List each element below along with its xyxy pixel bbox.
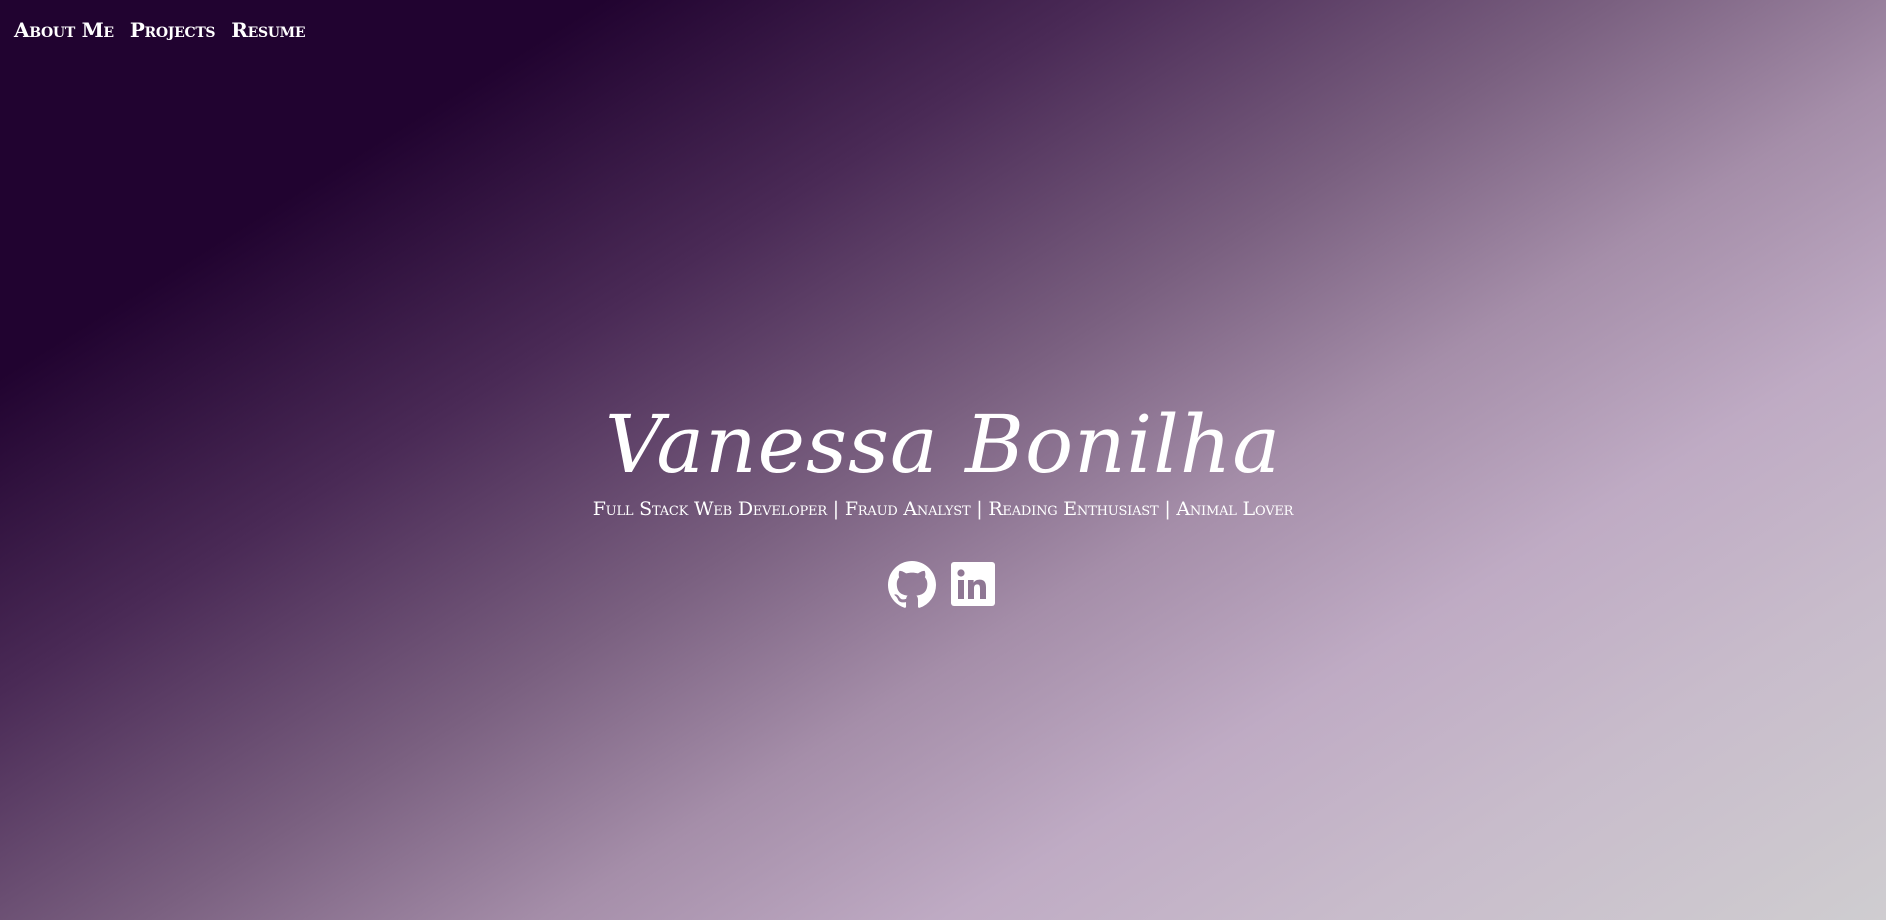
- github-icon: [888, 561, 936, 608]
- github-link[interactable]: [888, 561, 936, 609]
- hero-subtitle: Full Stack Web Developer | Fraud Analyst…: [592, 498, 1294, 520]
- hero-name: Vanessa Bonilha: [604, 398, 1282, 491]
- hero-section: Vanessa Bonilha Full Stack Web Developer…: [0, 395, 1886, 609]
- nav-link-projects[interactable]: Projects: [130, 18, 216, 42]
- top-nav: About Me Projects Resume: [14, 18, 306, 42]
- linkedin-icon: [951, 562, 995, 606]
- nav-link-resume[interactable]: Resume: [231, 18, 305, 42]
- nav-link-about-me[interactable]: About Me: [14, 18, 114, 42]
- social-links: [0, 561, 1886, 609]
- linkedin-link[interactable]: [950, 561, 998, 609]
